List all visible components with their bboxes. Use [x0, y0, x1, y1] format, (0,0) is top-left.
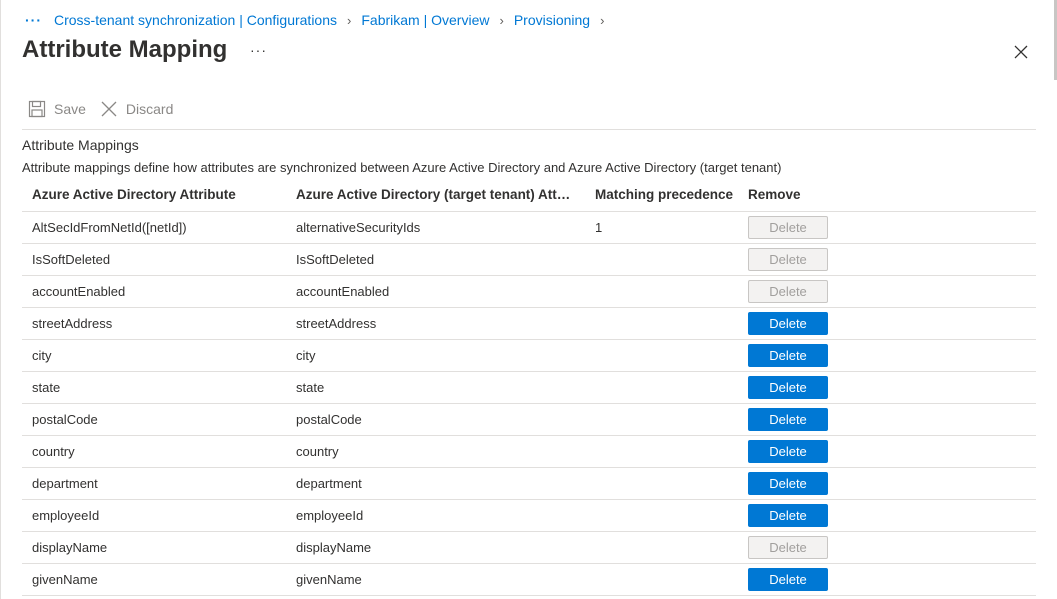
divider [22, 129, 1036, 130]
table-row[interactable]: department department Delete [22, 468, 1036, 500]
page-title: Attribute Mapping [22, 36, 228, 63]
source-attribute-cell[interactable]: department [22, 476, 286, 491]
table-header: Azure Active Directory Attribute Azure A… [22, 178, 1036, 212]
breadcrumb-link-cross-tenant-sync[interactable]: Cross-tenant synchronization | Configura… [54, 12, 337, 28]
table-row[interactable]: postalCode postalCode Delete [22, 404, 1036, 436]
delete-button[interactable]: Delete [748, 248, 828, 271]
chevron-right-icon: › [347, 12, 352, 28]
target-attribute-cell[interactable]: accountEnabled [286, 284, 585, 299]
table-row[interactable]: AltSecIdFromNetId([netId]) alternativeSec… [22, 212, 1036, 244]
target-attribute-cell[interactable]: employeeId [286, 508, 585, 523]
remove-cell: Delete [738, 216, 858, 239]
more-options-button[interactable]: ··· [250, 42, 267, 58]
discard-label: Discard [125, 101, 174, 117]
source-attribute-cell[interactable]: displayName [22, 540, 286, 555]
remove-cell: Delete [738, 408, 858, 431]
delete-button[interactable]: Delete [748, 280, 828, 303]
table-row[interactable]: employeeId employeeId Delete [22, 500, 1036, 532]
column-header-matching-precedence: Matching precedence [595, 187, 734, 202]
table-row[interactable]: country country Delete [22, 436, 1036, 468]
table-row[interactable]: streetAddress streetAddress Delete [22, 308, 1036, 340]
target-attribute-cell[interactable]: state [286, 380, 585, 395]
matching-precedence-cell: 1 [595, 220, 603, 235]
save-button[interactable]: Save [28, 100, 86, 118]
close-icon [1014, 45, 1028, 59]
source-attribute-cell[interactable]: AltSecIdFromNetId([netId]) [22, 220, 286, 235]
target-attribute-cell[interactable]: city [286, 348, 585, 363]
remove-cell: Delete [738, 440, 858, 463]
remove-cell: Delete [738, 280, 858, 303]
panel: ··· Cross-tenant synchronization | Confi… [0, 0, 1057, 599]
delete-button[interactable]: Delete [748, 344, 828, 367]
delete-button[interactable]: Delete [748, 440, 828, 463]
source-attribute-cell[interactable]: state [22, 380, 286, 395]
remove-cell: Delete [738, 248, 858, 271]
remove-cell: Delete [738, 536, 858, 559]
column-header-source-attribute: Azure Active Directory Attribute [32, 187, 236, 202]
source-attribute-cell[interactable]: streetAddress [22, 316, 286, 331]
target-attribute-cell[interactable]: displayName [286, 540, 585, 555]
remove-cell: Delete [738, 344, 858, 367]
target-attribute-cell[interactable]: department [286, 476, 585, 491]
table-body: AltSecIdFromNetId([netId]) alternativeSec… [22, 212, 1036, 596]
target-attribute-cell[interactable]: givenName [286, 572, 585, 587]
source-attribute-cell[interactable]: accountEnabled [22, 284, 286, 299]
close-button[interactable] [1011, 42, 1031, 62]
breadcrumb-more-button[interactable]: ··· [25, 12, 42, 28]
source-attribute-cell[interactable]: country [22, 444, 286, 459]
table-row[interactable]: displayName displayName Delete [22, 532, 1036, 564]
source-attribute-cell[interactable]: IsSoftDeleted [22, 252, 286, 267]
remove-cell: Delete [738, 472, 858, 495]
source-attribute-cell[interactable]: postalCode [22, 412, 286, 427]
save-icon [28, 100, 46, 118]
chevron-right-icon: › [600, 12, 605, 28]
target-attribute-cell[interactable]: IsSoftDeleted [286, 252, 585, 267]
target-attribute-cell[interactable]: streetAddress [286, 316, 585, 331]
delete-button[interactable]: Delete [748, 568, 828, 591]
delete-button[interactable]: Delete [748, 312, 828, 335]
delete-button[interactable]: Delete [748, 504, 828, 527]
source-attribute-cell[interactable]: givenName [22, 572, 286, 587]
command-bar: Save Discard [28, 100, 187, 118]
column-header-remove: Remove [748, 187, 801, 202]
section-title: Attribute Mappings [22, 137, 139, 153]
source-attribute-cell[interactable]: employeeId [22, 508, 286, 523]
breadcrumb: ··· Cross-tenant synchronization | Confi… [25, 10, 614, 30]
delete-button[interactable]: Delete [748, 216, 828, 239]
save-label: Save [54, 101, 86, 117]
target-attribute-cell[interactable]: postalCode [286, 412, 585, 427]
attribute-mappings-table: Azure Active Directory Attribute Azure A… [22, 178, 1036, 596]
table-row[interactable]: state state Delete [22, 372, 1036, 404]
delete-button[interactable]: Delete [748, 408, 828, 431]
table-row[interactable]: IsSoftDeleted IsSoftDeleted Delete [22, 244, 1036, 276]
delete-button[interactable]: Delete [748, 472, 828, 495]
breadcrumb-link-fabrikam-overview[interactable]: Fabrikam | Overview [361, 12, 489, 28]
chevron-right-icon: › [499, 12, 504, 28]
discard-button[interactable]: Discard [100, 100, 173, 118]
breadcrumb-link-provisioning[interactable]: Provisioning [514, 12, 590, 28]
table-row[interactable]: city city Delete [22, 340, 1036, 372]
section-description: Attribute mappings define how attributes… [22, 160, 782, 175]
source-attribute-cell[interactable]: city [22, 348, 286, 363]
target-attribute-cell[interactable]: country [286, 444, 585, 459]
delete-button[interactable]: Delete [748, 376, 828, 399]
table-row[interactable]: accountEnabled accountEnabled Delete [22, 276, 1036, 308]
remove-cell: Delete [738, 504, 858, 527]
table-row[interactable]: givenName givenName Delete [22, 564, 1036, 596]
column-header-target-attribute: Azure Active Directory (target tenant) A… [296, 187, 585, 202]
remove-cell: Delete [738, 568, 858, 591]
delete-button[interactable]: Delete [748, 536, 828, 559]
target-attribute-cell[interactable]: alternativeSecurityIds [286, 220, 585, 235]
remove-cell: Delete [738, 312, 858, 335]
discard-icon [101, 101, 117, 117]
remove-cell: Delete [738, 376, 858, 399]
